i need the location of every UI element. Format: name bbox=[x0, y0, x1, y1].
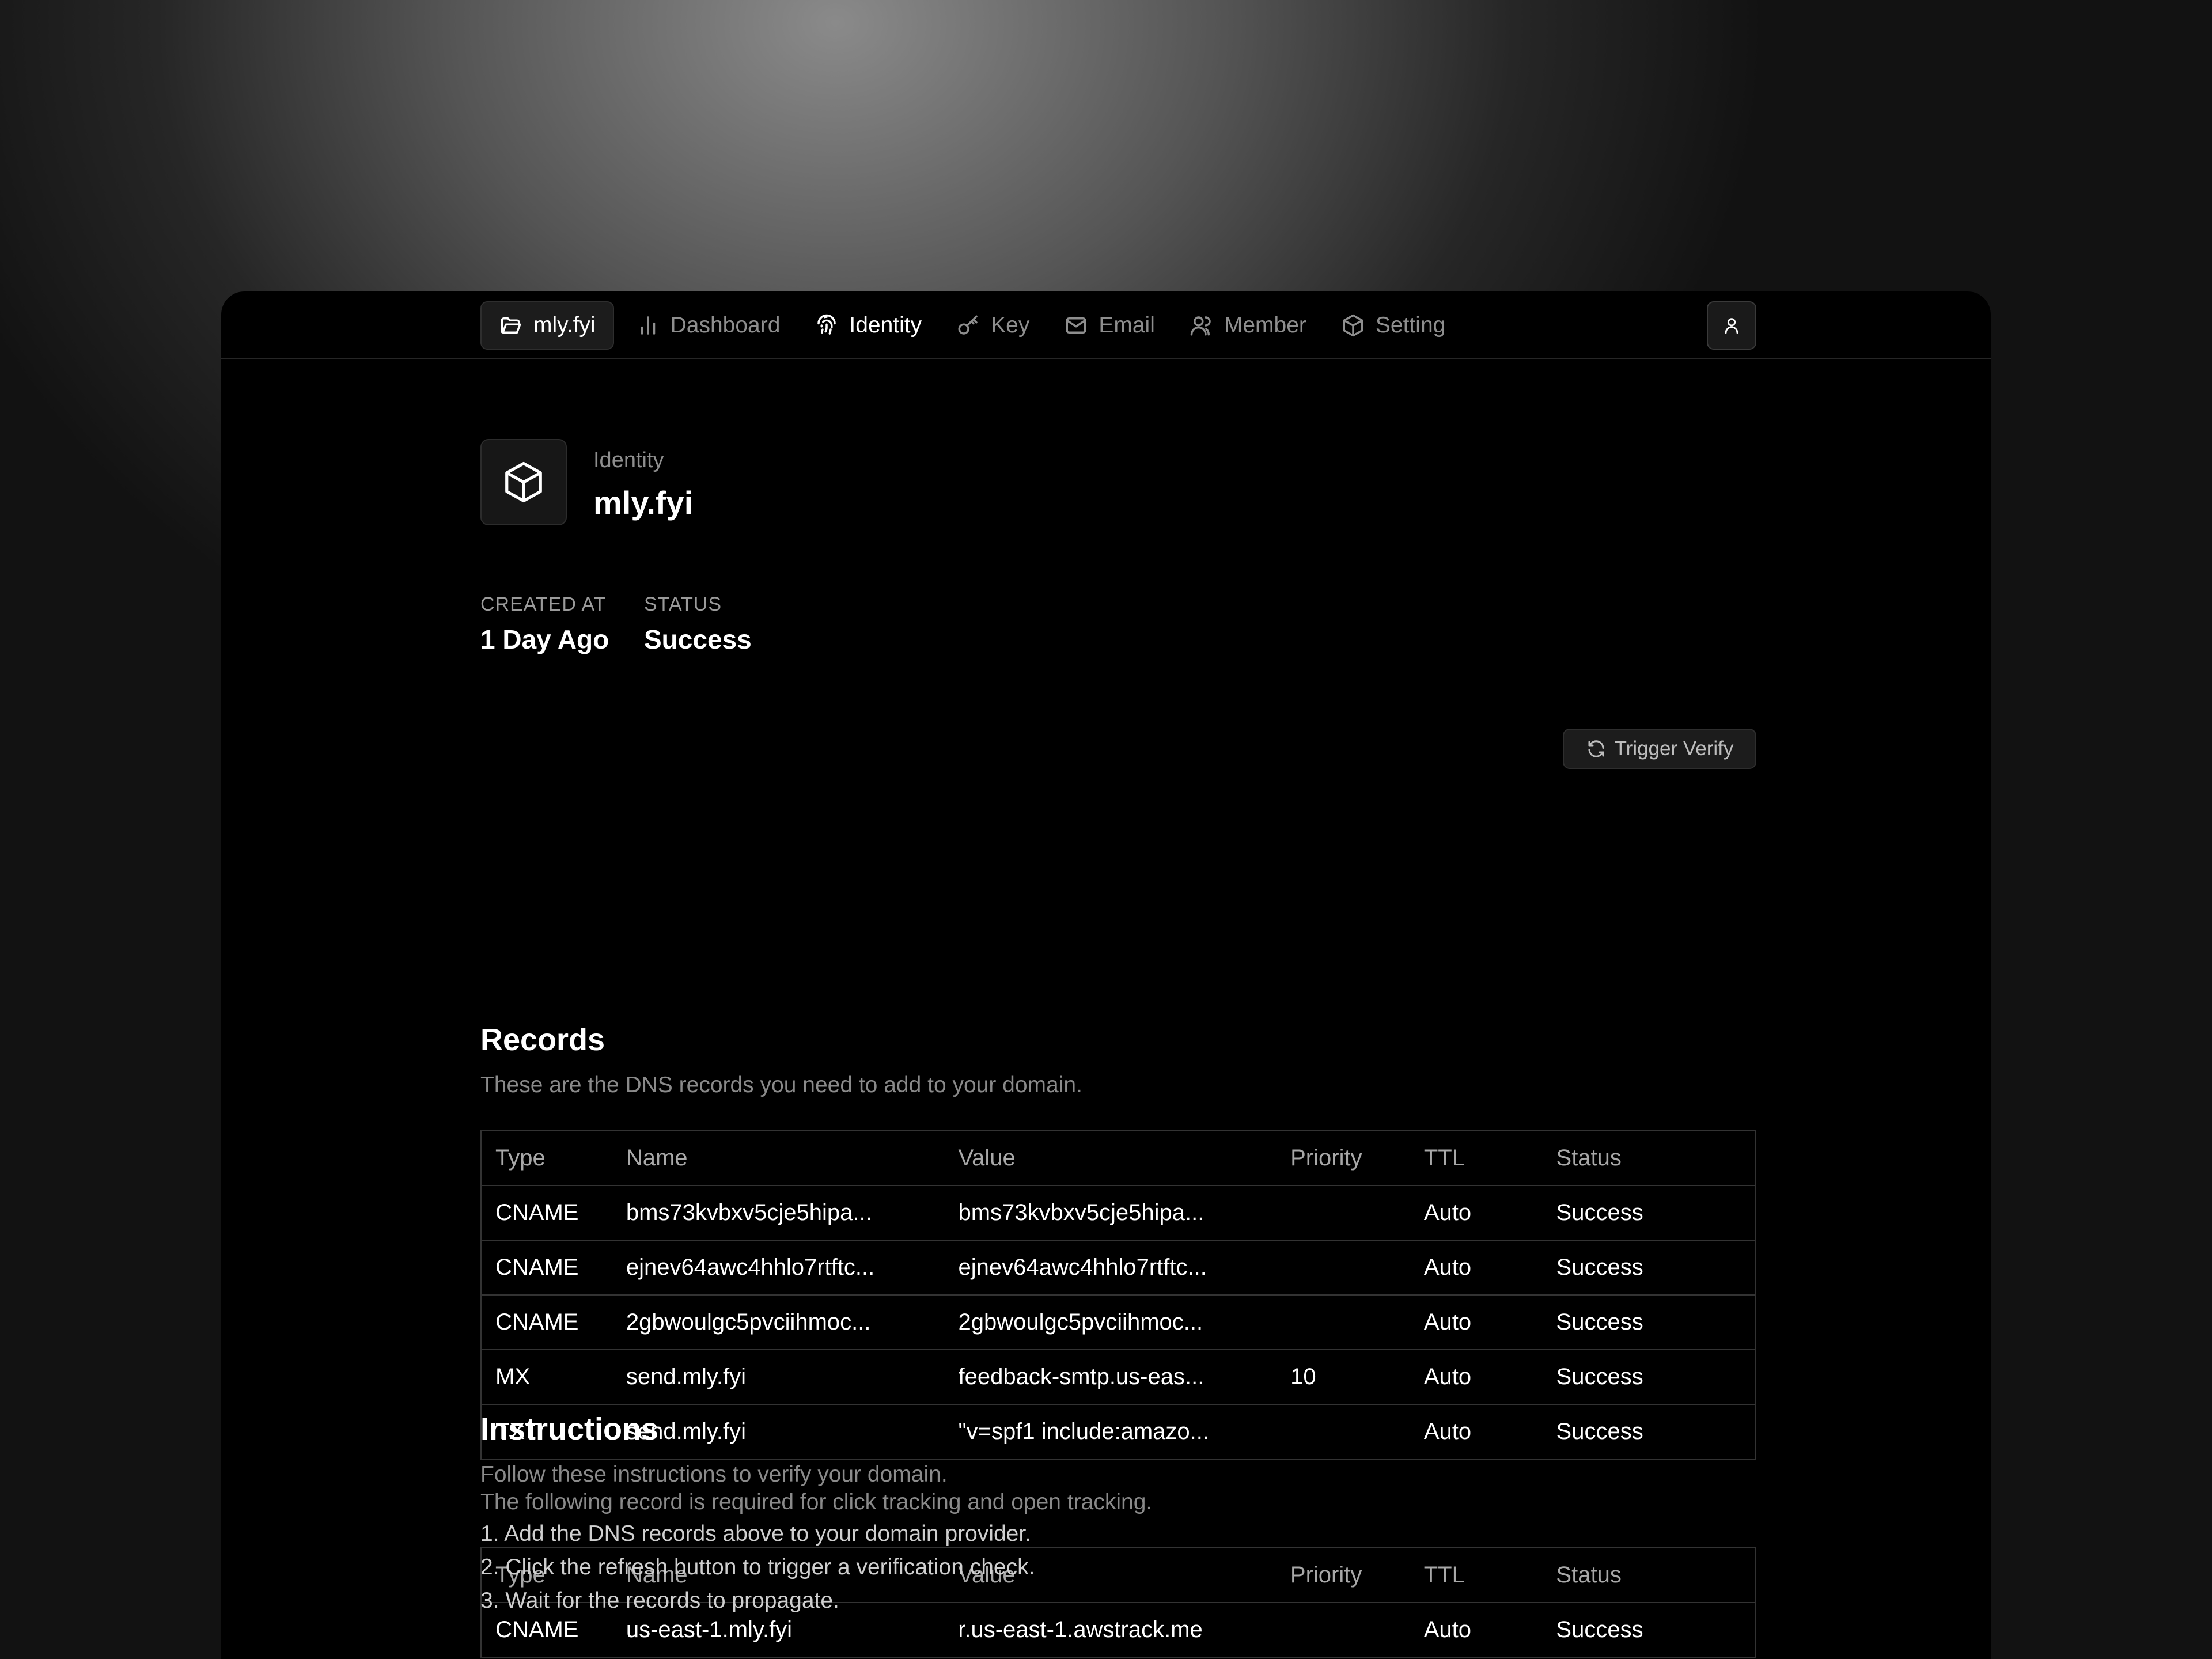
record-ttl: Auto bbox=[1410, 1295, 1543, 1350]
record-priority bbox=[1277, 1240, 1410, 1296]
tracking-subtitle: The following record is required for cli… bbox=[480, 1490, 1153, 1514]
column-header-priority: Priority bbox=[1276, 1548, 1410, 1603]
table-row: CNAME 2gbwoulgc5pvciihmoc... 2gbwoulgc5p… bbox=[481, 1295, 1756, 1350]
bar-chart-icon bbox=[641, 316, 655, 335]
record-status: Success bbox=[1556, 1617, 1643, 1642]
identity-icon-box bbox=[480, 439, 567, 525]
nav-label-setting: Setting bbox=[1375, 313, 1446, 338]
instructions-steps: 1. Add the DNS records above to your dom… bbox=[480, 1517, 1035, 1618]
user-menu-button[interactable] bbox=[1707, 301, 1756, 350]
dns-records-table: Type Name Value Priority TTL Status CNAM… bbox=[480, 1130, 1756, 1460]
nav-label-dashboard: Dashboard bbox=[670, 313, 781, 338]
record-status: Success bbox=[1542, 1240, 1756, 1296]
record-ttl: Auto bbox=[1410, 1240, 1543, 1296]
record-name[interactable]: ejnev64awc4hhlo7rtftc... bbox=[612, 1240, 945, 1296]
nav-label-member: Member bbox=[1224, 313, 1306, 338]
record-priority bbox=[1277, 1603, 1410, 1657]
project-name: mly.fyi bbox=[533, 313, 596, 338]
record-name[interactable]: 2gbwoulgc5pvciihmoc... bbox=[612, 1295, 945, 1350]
users-icon bbox=[1190, 316, 1211, 336]
column-header-status: Status bbox=[1542, 1131, 1756, 1186]
page-section-label: Identity bbox=[593, 448, 664, 472]
column-header-status: Status bbox=[1542, 1548, 1756, 1603]
cube-icon bbox=[505, 461, 542, 503]
instructions-subtitle: Follow these instructions to verify your… bbox=[480, 1462, 948, 1487]
created-at-label: CREATED AT bbox=[480, 593, 607, 615]
folder-open-icon bbox=[501, 317, 521, 334]
records-heading: Records bbox=[480, 1022, 605, 1057]
project-switcher[interactable]: mly.fyi bbox=[480, 301, 614, 350]
column-header-name: Name bbox=[612, 1131, 945, 1186]
column-header-value: Value bbox=[944, 1131, 1277, 1186]
nav-label-key: Key bbox=[991, 313, 1030, 338]
trigger-verify-button[interactable]: Trigger Verify bbox=[1563, 729, 1756, 769]
nav-item-email[interactable]: Email bbox=[1048, 301, 1171, 350]
nav-item-setting[interactable]: Setting bbox=[1325, 301, 1461, 350]
column-header-priority: Priority bbox=[1277, 1131, 1410, 1186]
instructions-heading: Instructions bbox=[480, 1412, 659, 1446]
record-ttl: Auto bbox=[1410, 1185, 1543, 1241]
record-ttl: Auto bbox=[1423, 1419, 1472, 1444]
status-label: STATUS bbox=[644, 593, 722, 615]
created-at-block: CREATED AT 1 Day Ago bbox=[480, 593, 609, 655]
created-at-value: 1 Day Ago bbox=[480, 624, 609, 654]
column-header-type: Type bbox=[481, 1131, 612, 1186]
record-status: Success bbox=[1542, 1350, 1756, 1405]
record-status: Success bbox=[1556, 1419, 1643, 1444]
record-ttl: Auto bbox=[1423, 1617, 1472, 1642]
record-name[interactable]: send.mly.fyi bbox=[612, 1350, 945, 1405]
table-row: MX send.mly.fyi feedback-smtp.us-eas... … bbox=[481, 1350, 1756, 1405]
record-priority bbox=[1277, 1404, 1410, 1459]
nav-item-key[interactable]: Key bbox=[940, 301, 1046, 350]
refresh-icon bbox=[1588, 740, 1604, 757]
column-header-ttl: TTL bbox=[1410, 1548, 1543, 1603]
nav-label-identity: Identity bbox=[849, 313, 922, 338]
nav-item-dashboard[interactable]: Dashboard bbox=[620, 301, 797, 350]
records-subtitle: These are the DNS records you need to ad… bbox=[480, 1073, 1082, 1097]
main-nav: mly.fyi Dashboard Identity Key Email Mem… bbox=[480, 301, 1464, 350]
record-value[interactable]: ejnev64awc4hhlo7rtftc... bbox=[944, 1240, 1277, 1296]
record-name[interactable]: send.mly.fyi bbox=[612, 1404, 945, 1459]
record-type: CNAME bbox=[481, 1295, 612, 1350]
record-value[interactable]: 2gbwoulgc5pvciihmoc... bbox=[944, 1295, 1277, 1350]
table-row: CNAME ejnev64awc4hhlo7rtftc... ejnev64aw… bbox=[481, 1240, 1756, 1296]
user-icon bbox=[1725, 318, 1738, 334]
nav-label-email: Email bbox=[1099, 313, 1155, 338]
record-priority: 10 bbox=[1277, 1350, 1410, 1405]
record-ttl: Auto bbox=[1410, 1350, 1543, 1405]
record-status: Success bbox=[1542, 1295, 1756, 1350]
nav-item-identity[interactable]: Identity bbox=[798, 301, 938, 350]
record-type: CNAME bbox=[481, 1240, 612, 1296]
instruction-step: 1. Add the DNS records above to your dom… bbox=[480, 1521, 1032, 1546]
record-value[interactable]: bms73kvbxv5cje5hipa... bbox=[944, 1185, 1277, 1241]
table-header-row: Type Name Value Priority TTL Status bbox=[481, 1131, 1756, 1186]
record-status: Success bbox=[1542, 1185, 1756, 1241]
column-header-ttl: TTL bbox=[1410, 1131, 1543, 1186]
key-icon bbox=[958, 315, 978, 335]
nav-item-member[interactable]: Member bbox=[1173, 301, 1323, 350]
record-value[interactable]: feedback-smtp.us-eas... bbox=[944, 1350, 1277, 1405]
table-row: TXT send.mly.fyi "v=spf1 include:amazo..… bbox=[481, 1404, 1756, 1459]
instruction-step: 2. Click the refresh button to trigger a… bbox=[480, 1555, 1035, 1580]
record-name[interactable]: bms73kvbxv5cje5hipa... bbox=[612, 1185, 945, 1241]
cube-icon bbox=[1343, 314, 1363, 337]
record-value[interactable]: "v=spf1 include:amazo... bbox=[944, 1404, 1277, 1459]
fingerprint-icon bbox=[817, 314, 836, 335]
trigger-verify-label: Trigger Verify bbox=[1614, 737, 1734, 760]
mail-icon bbox=[1066, 317, 1086, 334]
table-row: CNAME bms73kvbxv5cje5hipa... bms73kvbxv5… bbox=[481, 1185, 1756, 1241]
record-type: MX bbox=[481, 1350, 612, 1405]
record-priority bbox=[1277, 1295, 1410, 1350]
top-nav-bar: mly.fyi Dashboard Identity Key Email Mem… bbox=[221, 291, 1991, 359]
app-window: mly.fyi Dashboard Identity Key Email Mem… bbox=[221, 291, 1991, 1659]
status-value: Success bbox=[644, 624, 752, 654]
record-priority bbox=[1277, 1185, 1410, 1241]
instruction-step: 3. Wait for the records to propagate. bbox=[480, 1588, 839, 1613]
status-block: STATUS Success bbox=[644, 593, 752, 655]
page-title: mly.fyi bbox=[593, 484, 694, 521]
record-type: CNAME bbox=[481, 1185, 612, 1241]
